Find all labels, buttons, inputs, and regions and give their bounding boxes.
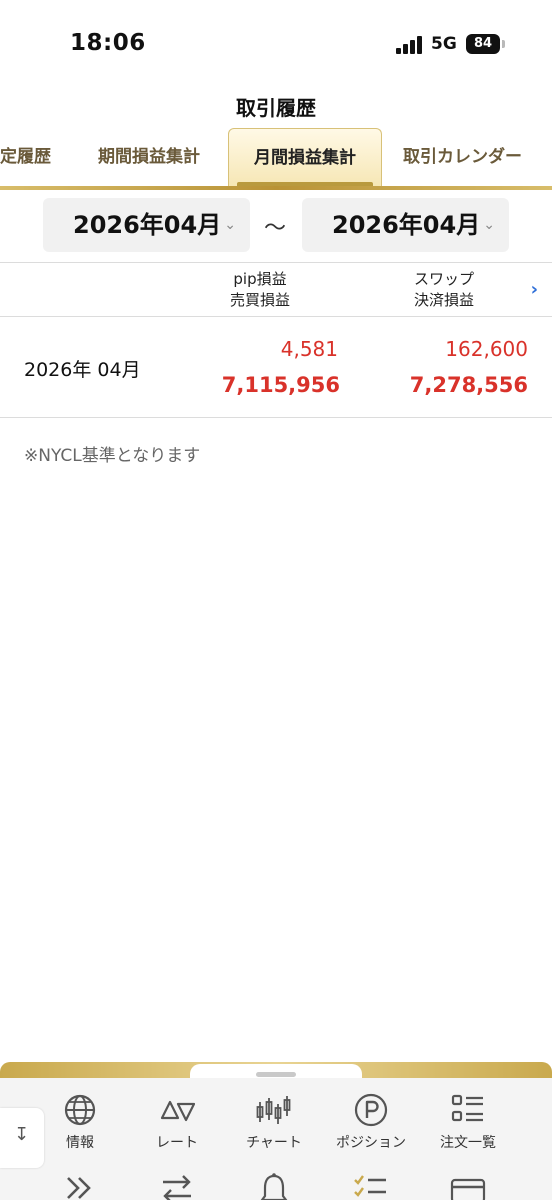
bottom-nav: ↧ 情報 レート チャート ポジション 注文一覧 — [0, 1062, 552, 1200]
date-to-value: 2026年04月 — [332, 211, 481, 239]
col-pip-trade: pip損益 売買損益 — [210, 269, 310, 311]
bell-icon[interactable] — [256, 1172, 292, 1200]
position-p-icon — [354, 1093, 388, 1127]
nav-order-list-label: 注文一覧 — [440, 1135, 496, 1151]
nav-info[interactable]: 情報 — [35, 1092, 125, 1152]
status-time: 18:06 — [70, 30, 146, 56]
chevron-down-icon: ⌄ — [483, 217, 495, 233]
swap-value: 162,600 — [445, 337, 528, 361]
checklist-icon[interactable] — [353, 1172, 389, 1200]
candlestick-icon — [256, 1096, 291, 1124]
chevron-right-icon[interactable]: › — [531, 279, 538, 300]
rate-arrows-icon — [160, 1100, 195, 1122]
nav-position-label: ポジション — [336, 1135, 406, 1151]
nav-position[interactable]: ポジション — [326, 1092, 416, 1152]
nav-rate-label: レート — [156, 1135, 198, 1151]
col-pip-label: pip損益 — [233, 270, 287, 288]
date-range-separator: 〜 — [264, 216, 287, 241]
table-row[interactable]: 2026年 04月 4,581 7,115,956 162,600 7,278,… — [0, 317, 552, 418]
nav-info-label: 情報 — [66, 1135, 94, 1151]
double-chevron-icon[interactable] — [62, 1172, 98, 1200]
trade-pl-value: 7,115,956 — [221, 373, 340, 397]
card-icon[interactable] — [450, 1172, 486, 1200]
settle-pl-value: 7,278,556 — [409, 373, 528, 397]
pip-pl-value: 4,581 — [280, 337, 338, 361]
tab-trade-history[interactable]: 定履歴 — [0, 128, 51, 186]
nav-rate[interactable]: レート — [132, 1092, 222, 1152]
tabs-underline — [0, 186, 552, 190]
nav-chart-label: チャート — [246, 1135, 302, 1151]
status-bar: 18:06 5G 84 — [0, 0, 552, 92]
tab-period-pl[interactable]: 期間損益集計 — [98, 128, 200, 186]
row-period: 2026年 04月 — [24, 359, 141, 381]
order-list-icon — [451, 1094, 483, 1122]
col-swap-settle: スワップ 決済損益 — [392, 269, 496, 311]
date-to-select[interactable]: 2026年04月 ⌄ — [302, 198, 509, 252]
nav-chart[interactable]: チャート — [229, 1092, 319, 1152]
col-settle-label: 決済損益 — [413, 291, 474, 309]
drag-handle-icon[interactable] — [256, 1072, 296, 1077]
date-from-value: 2026年04月 — [73, 211, 222, 239]
nav-order-list[interactable]: 注文一覧 — [423, 1092, 513, 1152]
collapse-down-icon: ↧ — [14, 1124, 30, 1145]
page-title: 取引履歴 — [236, 96, 316, 120]
bottom-nav-panel: ↧ 情報 レート チャート ポジション 注文一覧 — [0, 1078, 552, 1200]
tab-bar: 定履歴 期間損益集計 月間損益集計 取引カレンダー — [0, 128, 552, 190]
battery-tip — [502, 40, 505, 48]
network-type: 5G — [431, 34, 457, 54]
col-swap-label: スワップ — [413, 270, 474, 288]
globe-icon — [64, 1094, 96, 1126]
chevron-down-icon: ⌄ — [224, 217, 236, 233]
tab-trade-calendar[interactable]: 取引カレンダー — [403, 128, 522, 186]
cellular-signal-icon — [396, 36, 424, 54]
battery-icon: 84 — [466, 34, 500, 54]
tab-monthly-pl[interactable]: 月間損益集計 — [228, 128, 382, 186]
table-header: pip損益 売買損益 スワップ 決済損益 › — [0, 262, 552, 317]
nycl-note: ※NYCL基準となります — [24, 446, 201, 466]
col-trade-label: 売買損益 — [229, 291, 290, 309]
swap-arrows-icon[interactable] — [159, 1172, 195, 1200]
date-from-select[interactable]: 2026年04月 ⌄ — [43, 198, 250, 252]
